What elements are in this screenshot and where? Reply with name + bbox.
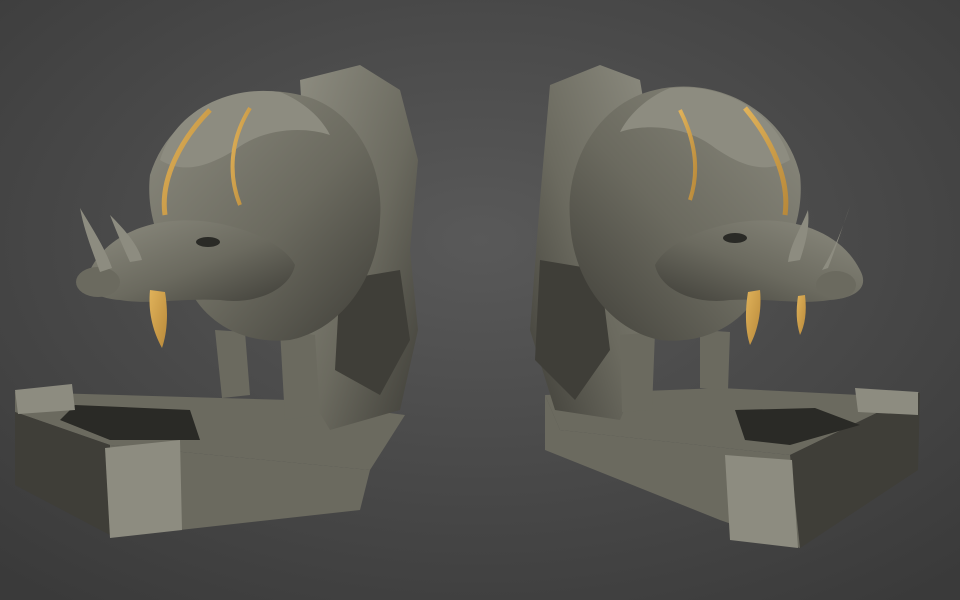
left-hind-leg: [280, 330, 320, 420]
right-boar-eye: [723, 233, 747, 243]
right-front-leg: [700, 330, 730, 390]
left-boar-snout: [76, 267, 120, 297]
right-boar-snout: [816, 271, 856, 299]
right-base-post: [725, 455, 798, 548]
right-base-corner: [855, 388, 918, 415]
right-hind-leg: [620, 332, 655, 412]
bookend-render: [0, 0, 960, 600]
left-boar-eye: [196, 237, 220, 247]
render-viewport: [0, 0, 960, 600]
left-base-post: [105, 440, 182, 538]
